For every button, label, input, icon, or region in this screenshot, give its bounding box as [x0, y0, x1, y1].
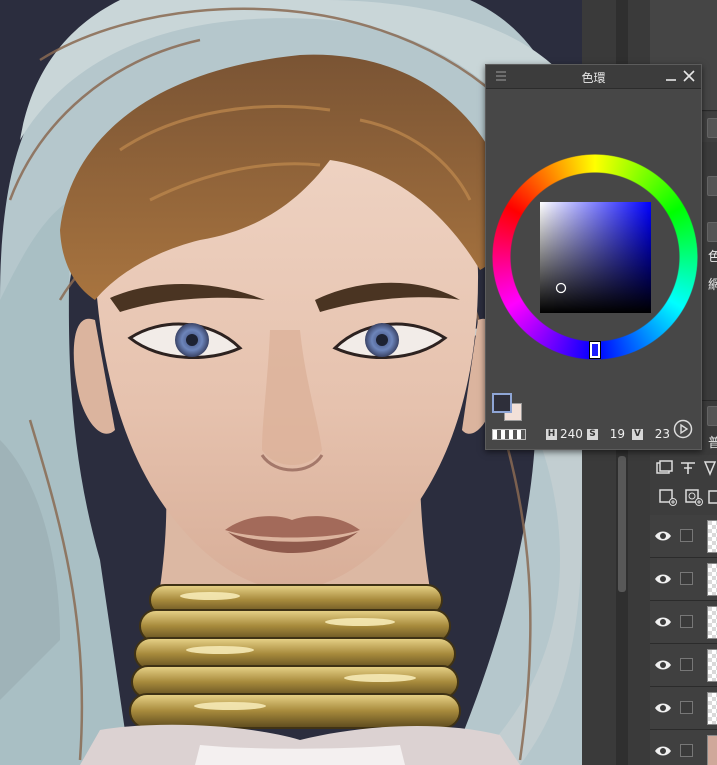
minimize-icon[interactable] — [664, 69, 678, 83]
hue-marker[interactable] — [589, 341, 601, 359]
layer-row[interactable] — [650, 687, 717, 730]
panel-edge-button[interactable] — [707, 118, 717, 138]
eye-icon[interactable] — [654, 700, 672, 716]
saturation-value[interactable]: 19 — [601, 427, 625, 441]
layer-thumbnail — [707, 692, 717, 725]
color-swatches — [492, 393, 528, 423]
layer-row[interactable] — [650, 601, 717, 644]
layer-lock-checkbox[interactable] — [680, 615, 693, 628]
close-icon[interactable] — [682, 69, 696, 83]
play-circle-icon[interactable] — [673, 419, 693, 439]
eye-icon[interactable] — [654, 528, 672, 544]
layer-lock-checkbox[interactable] — [680, 529, 693, 542]
panel-edge-button[interactable] — [707, 176, 717, 196]
layer-row[interactable] — [650, 515, 717, 558]
palette-titlebar[interactable]: 色環 — [486, 65, 701, 89]
eye-icon[interactable] — [654, 743, 672, 759]
saturation-key: S — [587, 428, 598, 440]
foreground-color-swatch[interactable] — [492, 393, 512, 413]
layer-filter-icon[interactable] — [678, 460, 698, 478]
eye-icon[interactable] — [654, 571, 672, 587]
layer-row[interactable] — [650, 730, 717, 765]
value-value[interactable]: 23 — [646, 427, 670, 441]
eye-icon[interactable] — [654, 657, 672, 673]
new-raster-layer-icon[interactable] — [658, 488, 678, 506]
vertical-scrollbar-thumb[interactable] — [618, 456, 626, 592]
color-wheel-palette[interactable]: 色環 H 240 S 19 V 23 — [485, 64, 702, 450]
layer-light-icon[interactable] — [700, 460, 717, 478]
layer-lock-checkbox[interactable] — [680, 572, 693, 585]
layer-thumbnail — [707, 563, 717, 596]
hsv-readout: H 240 S 19 V 23 — [546, 426, 673, 442]
new-folder-icon[interactable] — [707, 488, 717, 506]
layer-row[interactable] — [650, 644, 717, 687]
blend-mode-label[interactable]: 普 — [708, 432, 717, 451]
eye-icon[interactable] — [654, 614, 672, 630]
layer-thumbnail — [707, 606, 717, 639]
layer-tool-icon[interactable] — [654, 460, 674, 478]
layer-thumbnail — [707, 735, 717, 765]
layer-lock-checkbox[interactable] — [680, 744, 693, 757]
value-key: V — [632, 428, 643, 440]
panel-label-grid: 網 — [708, 278, 717, 293]
saturation-value-square[interactable] — [540, 202, 651, 313]
panel-label-color: 色 — [708, 250, 717, 265]
layer-row[interactable] — [650, 558, 717, 601]
hue-key: H — [546, 428, 557, 440]
layer-thumbnail — [707, 520, 717, 553]
hue-value[interactable]: 240 — [560, 427, 584, 441]
new-vector-layer-icon[interactable] — [684, 488, 704, 506]
layer-lock-checkbox[interactable] — [680, 658, 693, 671]
panel-edge-button[interactable] — [707, 222, 717, 242]
panel-edge-button[interactable] — [707, 406, 717, 426]
layer-thumbnail — [707, 649, 717, 682]
layer-lock-checkbox[interactable] — [680, 701, 693, 714]
transparent-color-swatch[interactable] — [492, 429, 526, 440]
